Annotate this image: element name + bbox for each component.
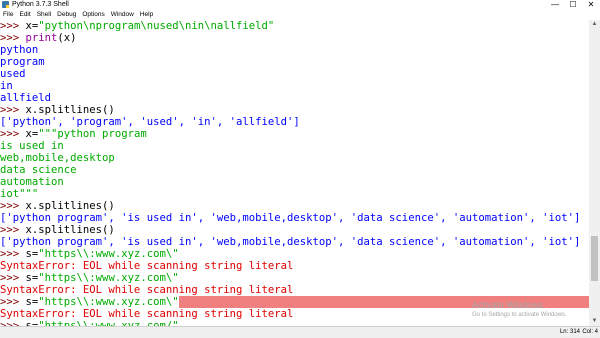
shell-line: SyntaxError: EOL while scanning string l… xyxy=(0,260,589,272)
shell-text: ['python', 'program', 'used', 'in', 'all… xyxy=(0,116,300,128)
shell-text: "python\nprogram\nused\nin\nallfield" xyxy=(38,20,275,32)
shell-text: x.splitlines() xyxy=(25,224,115,236)
shell-line: >>> x.splitlines() xyxy=(0,200,589,212)
vertical-scrollbar[interactable]: ▲ ▼ xyxy=(589,20,600,326)
shell-line: >>> x.splitlines() xyxy=(0,104,589,116)
shell-text-area[interactable]: >>> x="python\nprogram\nused\nin\nallfie… xyxy=(0,20,589,326)
shell-text: s= xyxy=(25,296,39,308)
shell-text: x= xyxy=(25,128,39,140)
close-button[interactable]: ✕ xyxy=(582,0,600,10)
maximize-button[interactable]: ☐ xyxy=(564,0,582,10)
minimize-button[interactable]: — xyxy=(546,0,564,10)
shell-text: ['python program', 'is used in', 'web,mo… xyxy=(0,236,581,248)
scroll-up-arrow-icon[interactable]: ▲ xyxy=(589,20,600,29)
shell-text: x.splitlines() xyxy=(25,104,115,116)
shell-text: x.splitlines() xyxy=(25,200,115,212)
shell-prompt: >>> xyxy=(0,128,26,140)
shell-text: iot""" xyxy=(0,188,39,200)
shell-line: ['python program', 'is used in', 'web,mo… xyxy=(0,212,589,224)
shell-text: s= xyxy=(25,272,39,284)
shell-text: used xyxy=(0,68,26,80)
shell-line: automation xyxy=(0,176,589,188)
shell-text: ['python program', 'is used in', 'web,mo… xyxy=(0,212,581,224)
shell-line: >>> print(x) xyxy=(0,32,589,44)
menu-edit[interactable]: Edit xyxy=(16,10,33,20)
shell-text: print xyxy=(25,32,58,44)
shell-text: """python program xyxy=(38,128,147,140)
menu-window[interactable]: Window xyxy=(108,10,137,20)
error-text: SyntaxError: EOL while scanning string l… xyxy=(0,260,294,272)
menu-file[interactable]: File xyxy=(0,10,16,20)
shell-text: in xyxy=(0,80,13,92)
window-controls: — ☐ ✕ xyxy=(546,0,600,10)
shell-line: >>> s="https\\:www.xyz.com\" xyxy=(0,248,589,260)
activate-windows-watermark: Activate Windows Go to Settings to activ… xyxy=(472,300,567,319)
scrollbar-thumb[interactable] xyxy=(591,235,598,281)
shell-text: web,mobile,desktop xyxy=(0,152,115,164)
shell-prompt: >>> xyxy=(0,272,26,284)
shell-prompt: >>> xyxy=(0,20,26,32)
shell-prompt: >>> xyxy=(0,32,26,44)
shell-text: "https\\:www.xyz.com\" xyxy=(38,296,179,308)
shell-line: SyntaxError: EOL while scanning string l… xyxy=(0,284,589,296)
menu-bar: File Edit Shell Debug Options Window Hel… xyxy=(0,10,600,20)
shell-line: ['python program', 'is used in', 'web,mo… xyxy=(0,236,589,248)
error-text: SyntaxError: EOL while scanning string l… xyxy=(0,284,294,296)
shell-text: python xyxy=(0,44,39,56)
shell-text: (x) xyxy=(57,32,77,44)
shell-line: >>> x="""python program xyxy=(0,128,589,140)
error-text: SyntaxError: EOL while scanning string l… xyxy=(0,308,294,320)
shell-line: ['python', 'program', 'used', 'in', 'all… xyxy=(0,116,589,128)
watermark-subtitle: Go to Settings to activate Windows. xyxy=(472,312,567,318)
shell-prompt: >>> xyxy=(0,296,26,308)
shell-line: data science xyxy=(0,164,589,176)
shell-prompt: >>> xyxy=(0,200,26,212)
title-bar: Python 3.7.3 Shell — ☐ ✕ xyxy=(0,0,600,10)
shell-line: >>> x.splitlines() xyxy=(0,224,589,236)
shell-text: program xyxy=(0,56,45,68)
shell-text: is used in xyxy=(0,140,64,152)
menu-help[interactable]: Help xyxy=(137,10,156,20)
shell-text: data science xyxy=(0,164,77,176)
shell-line: web,mobile,desktop xyxy=(0,152,589,164)
window-title: Python 3.7.3 Shell xyxy=(12,1,69,8)
scroll-down-arrow-icon[interactable]: ▼ xyxy=(589,317,600,326)
menu-options[interactable]: Options xyxy=(79,10,107,20)
shell-line: python xyxy=(0,44,589,56)
shell-text: s= xyxy=(25,248,39,260)
shell-prompt: >>> xyxy=(0,104,26,116)
shell-text: "https\\:www.xyz.com\" xyxy=(38,248,179,260)
status-bar: Ln: 314 Col: 4 xyxy=(0,326,600,338)
menu-debug[interactable]: Debug xyxy=(54,10,79,20)
shell-line: >>> x="python\nprogram\nused\nin\nallfie… xyxy=(0,20,589,32)
shell-line: >>> s="https\\:www.xyz.com\" xyxy=(0,272,589,284)
python-icon xyxy=(2,1,9,8)
status-column-number: Col: 4 xyxy=(582,329,598,335)
shell-prompt: >>> xyxy=(0,224,26,236)
shell-prompt: >>> xyxy=(0,248,26,260)
shell-line: in xyxy=(0,80,589,92)
shell-text: x= xyxy=(25,20,39,32)
shell-line: is used in xyxy=(0,140,589,152)
shell-text: "https\\:www.xyz.com\" xyxy=(38,272,179,284)
shell-text: allfield xyxy=(0,92,52,104)
menu-shell[interactable]: Shell xyxy=(34,10,54,20)
status-line-number: Ln: 314 xyxy=(559,329,580,335)
shell-line: used xyxy=(0,68,589,80)
shell-text: automation xyxy=(0,176,64,188)
shell-line: program xyxy=(0,56,589,68)
shell-line: allfield xyxy=(0,92,589,104)
shell-line: iot""" xyxy=(0,188,589,200)
watermark-title: Activate Windows xyxy=(472,300,544,310)
